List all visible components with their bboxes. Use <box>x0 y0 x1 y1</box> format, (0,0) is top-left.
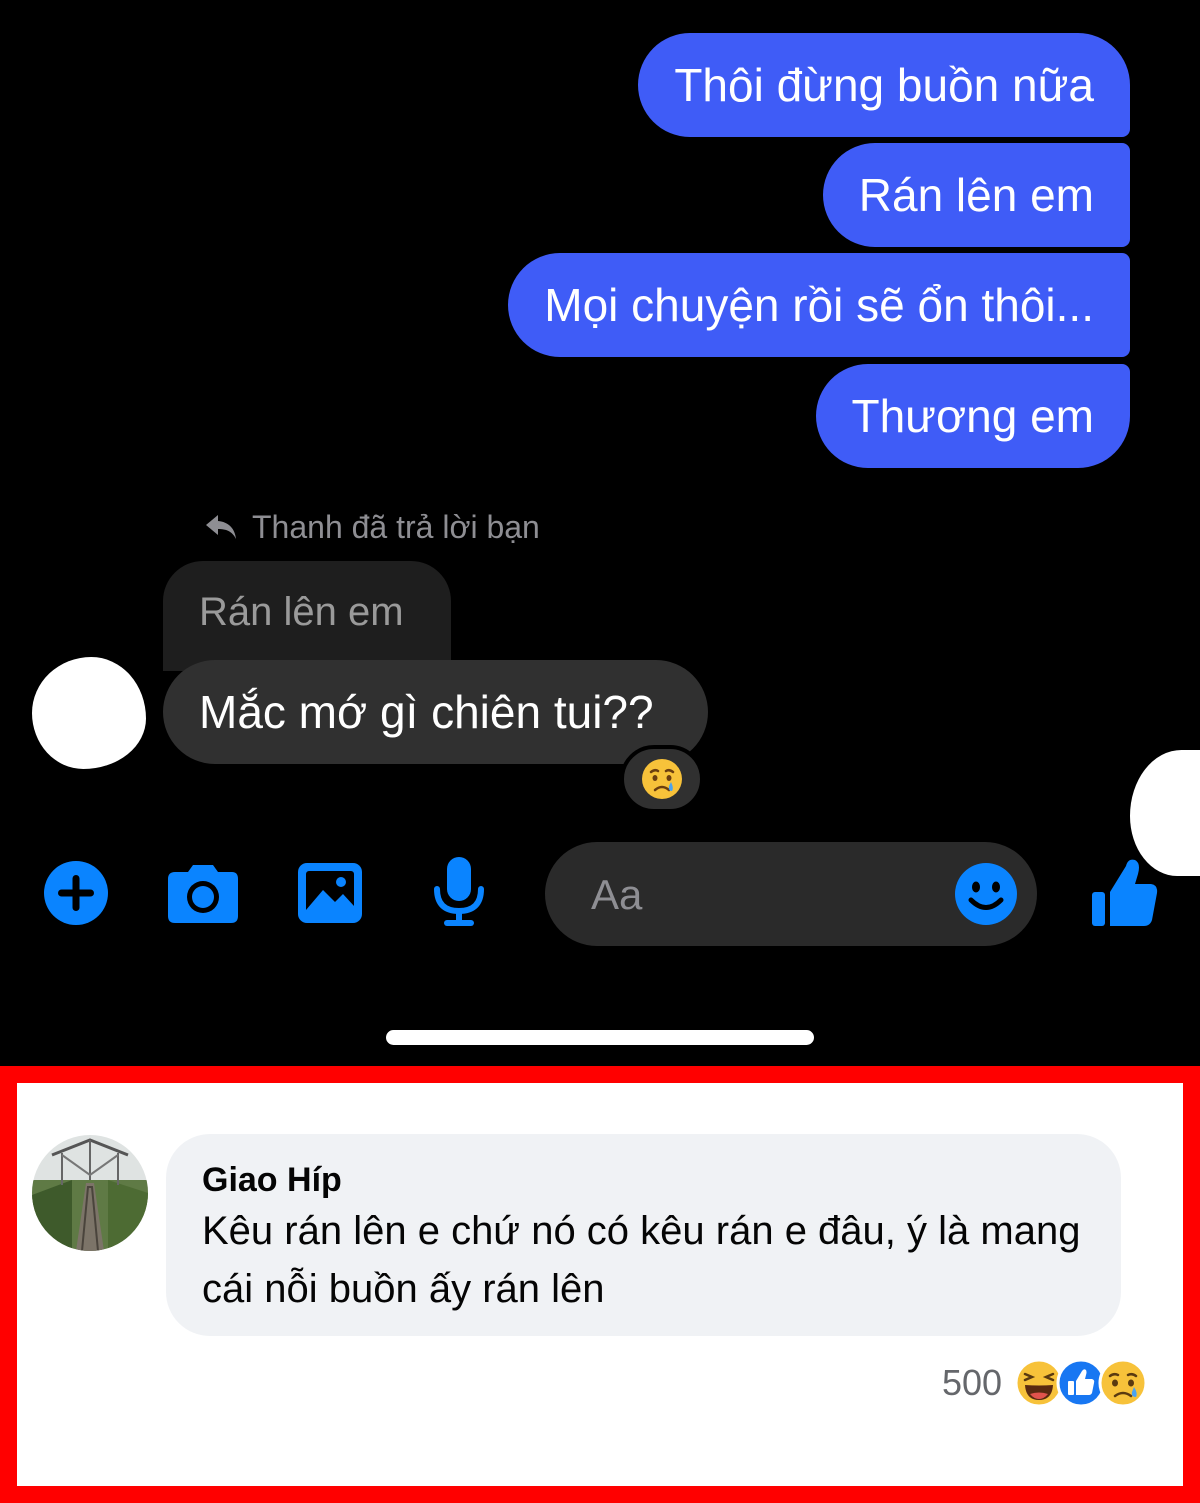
reaction-count: 500 <box>942 1362 1003 1403</box>
camera-icon[interactable] <box>166 864 240 924</box>
comment-author[interactable]: Giao Híp <box>202 1160 1121 1200</box>
sad-icon <box>1098 1358 1148 1408</box>
crying-face-icon <box>642 759 682 799</box>
comment-text: Kêu rán lên e chứ nó có kêu rán e đâu, ý… <box>202 1209 1081 1311</box>
message-composer[interactable] <box>545 842 1037 946</box>
outgoing-message[interactable]: Rán lên em <box>822 143 1130 247</box>
redaction-blob <box>32 657 146 769</box>
outgoing-message[interactable]: Thương em <box>815 364 1130 468</box>
microphone-icon[interactable] <box>432 856 486 928</box>
comment-bubble[interactable]: Giao Híp Kêu rán lên e chứ nó có kêu rán… <box>166 1134 1121 1336</box>
reaction-summary[interactable]: 500 <box>942 1351 1148 1415</box>
thumbs-up-icon[interactable] <box>1090 856 1160 928</box>
avatar-photo <box>32 1135 148 1251</box>
message-reaction[interactable] <box>620 745 704 813</box>
message-input[interactable] <box>589 862 933 928</box>
plus-icon[interactable] <box>43 860 109 926</box>
outgoing-message[interactable]: Thôi đừng buồn nữa <box>638 33 1130 137</box>
home-indicator <box>386 1030 814 1045</box>
comment-panel: Giao Híp Kêu rán lên e chứ nó có kêu rán… <box>0 1066 1200 1503</box>
messenger-chat: Thôi đừng buồn nữa Rán lên em Mọi chuyện… <box>0 0 1200 1066</box>
avatar[interactable] <box>32 1135 148 1251</box>
quoted-message[interactable]: Rán lên em <box>163 561 451 671</box>
gallery-icon[interactable] <box>297 862 363 924</box>
reply-indicator: Thanh đã trả lời bạn <box>204 505 540 549</box>
outgoing-message[interactable]: Mọi chuyện rồi sẽ ổn thôi... <box>508 253 1130 357</box>
reply-note-text: Thanh đã trả lời bạn <box>252 509 540 545</box>
smiley-icon[interactable] <box>954 862 1018 926</box>
incoming-message[interactable]: Mắc mớ gì chiên tui?? <box>163 660 708 764</box>
reply-arrow-icon <box>206 515 236 539</box>
reaction-icons <box>1014 1358 1148 1408</box>
